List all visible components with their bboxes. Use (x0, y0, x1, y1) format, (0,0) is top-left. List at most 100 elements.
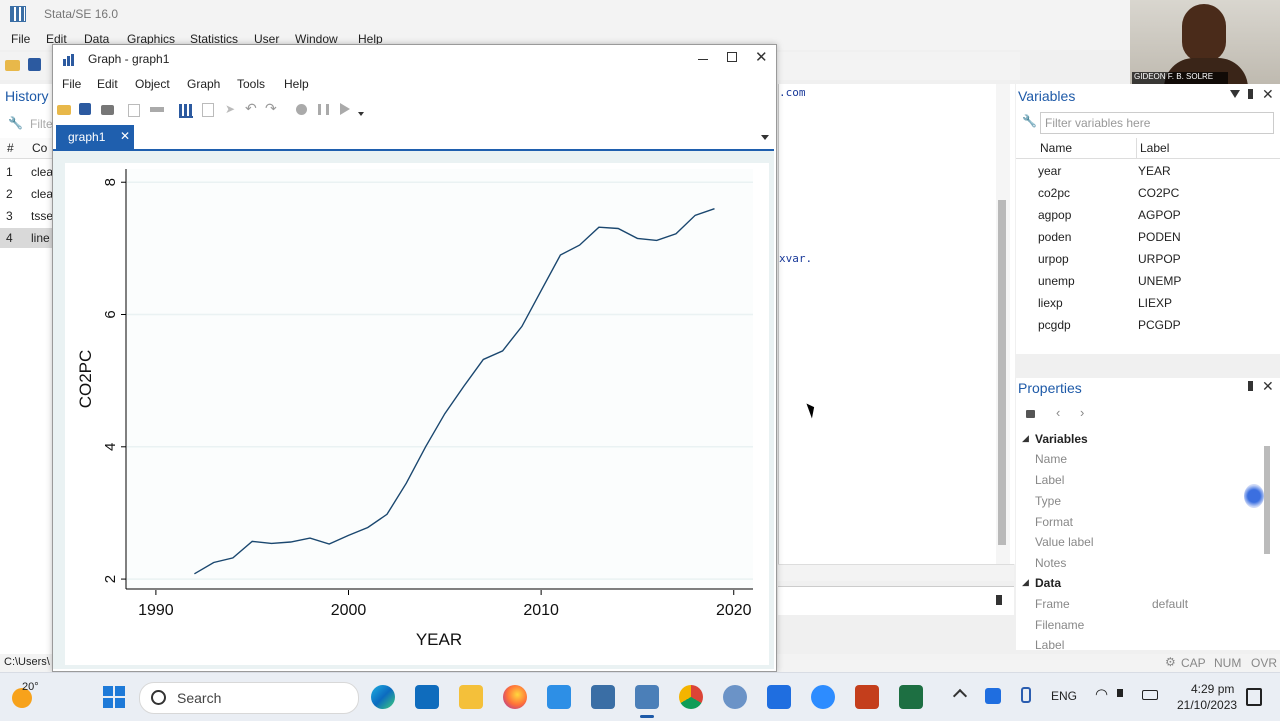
back-arrow-icon[interactable]: ‹ (1056, 405, 1060, 420)
excel-icon[interactable] (899, 685, 923, 709)
pause-icon[interactable] (318, 104, 329, 115)
zoom-icon[interactable] (811, 685, 835, 709)
save-icon[interactable] (28, 58, 41, 71)
graph-window[interactable]: Graph - graph1 ✕ File Edit Object Graph … (52, 44, 777, 672)
history-row-selected[interactable]: 4 line (0, 228, 52, 248)
variable-row[interactable]: poden PODEN (1020, 226, 1278, 248)
results-hscroll[interactable] (778, 564, 1014, 581)
graph-menu-file[interactable]: File (62, 77, 81, 91)
redo-icon[interactable]: ↷ (265, 100, 277, 117)
co2pc-line-chart: 2 4 6 8 1990 2000 2010 2020 CO2PC YEAR (65, 163, 769, 665)
history-wrench-icon[interactable]: 🔧 (8, 116, 23, 130)
x-axis-title: YEAR (416, 630, 462, 649)
history-row-num: 4 (6, 231, 13, 245)
expand-triangle-icon[interactable]: ◢ (1022, 577, 1029, 588)
stata-16-icon[interactable] (635, 685, 659, 709)
open-folder-icon[interactable] (5, 60, 20, 71)
mail-icon[interactable] (415, 685, 439, 709)
history-row[interactable]: 1 clea (0, 162, 53, 182)
variables-filter-input[interactable]: Filter variables here (1040, 112, 1274, 134)
pin-icon[interactable] (1248, 89, 1253, 99)
wifi-icon[interactable]: ◠ (1095, 685, 1108, 703)
file-explorer-icon[interactable] (459, 685, 483, 709)
variable-row[interactable]: liexp LIEXP (1020, 292, 1278, 314)
language-indicator[interactable]: ENG (1051, 689, 1077, 703)
filter-funnel-icon[interactable] (1230, 90, 1240, 98)
graph-menu-object[interactable]: Object (135, 77, 170, 91)
notification-icon[interactable] (1246, 688, 1262, 706)
pointer-icon[interactable]: ➤ (225, 102, 235, 116)
variable-row[interactable]: agpop AGPOP (1020, 204, 1278, 226)
variable-row[interactable]: pcgdp PCGDP (1020, 314, 1278, 336)
y-axis-title: CO2PC (76, 350, 95, 409)
save-icon[interactable] (79, 103, 91, 115)
copy-icon[interactable] (128, 104, 140, 117)
variables-col-name[interactable]: Name (1040, 141, 1072, 155)
lock-icon[interactable] (1026, 410, 1035, 418)
clock-time[interactable]: 4:29 pm (1191, 682, 1234, 696)
graph-menu-tools[interactable]: Tools (237, 77, 265, 91)
tray-app-icon[interactable] (985, 688, 1001, 704)
dropdown-arrow-icon[interactable] (358, 112, 364, 116)
battery-icon[interactable] (1142, 690, 1158, 700)
network-globe-icon[interactable] (723, 685, 747, 709)
undo-icon[interactable]: ↶ (245, 100, 257, 117)
microphone-icon[interactable] (1021, 687, 1031, 703)
history-filter-input[interactable]: Filte (30, 117, 53, 131)
graph-menu-graph[interactable]: Graph (187, 77, 220, 91)
variable-row[interactable]: year YEAR (1020, 160, 1278, 182)
powerpoint-icon[interactable] (855, 685, 879, 709)
chevron-up-icon[interactable] (952, 688, 968, 704)
graph-editor-icon[interactable] (179, 104, 193, 118)
tab-close-icon[interactable]: ✕ (120, 129, 130, 143)
edge-browser-icon[interactable] (371, 685, 395, 709)
pin-icon[interactable] (996, 595, 1002, 605)
play-icon[interactable] (340, 103, 350, 115)
tab-list-dropdown-icon[interactable] (761, 135, 769, 140)
graph-window-title: Graph - graph1 (88, 52, 170, 66)
command-pane[interactable] (778, 586, 1014, 615)
variable-row[interactable]: unemp UNEMP (1020, 270, 1278, 292)
taskbar-search-label: Search (177, 690, 222, 706)
print-icon[interactable] (101, 105, 114, 115)
properties-scrollbar[interactable] (1264, 446, 1270, 554)
graph-menu-help[interactable]: Help (284, 77, 309, 91)
tab-graph1[interactable]: graph1 ✕ (56, 125, 134, 149)
close-icon[interactable]: ✕ (1262, 86, 1274, 103)
volume-icon[interactable] (1117, 689, 1123, 697)
settings-gear-icon[interactable]: ⚙ (1165, 655, 1176, 669)
taskbar-search-box[interactable]: Search (139, 682, 359, 714)
record-icon[interactable] (296, 104, 307, 115)
maximize-button[interactable] (727, 52, 737, 62)
blue-app-icon[interactable] (767, 685, 791, 709)
results-scrollbar-thumb[interactable] (998, 200, 1006, 545)
store-icon[interactable] (547, 685, 571, 709)
history-row[interactable]: 2 clea (0, 184, 53, 204)
open-folder-icon[interactable] (57, 105, 71, 115)
menu-file[interactable]: File (11, 32, 30, 46)
pin-icon[interactable] (1248, 381, 1253, 391)
graph-menu-edit[interactable]: Edit (97, 77, 118, 91)
firefox-icon[interactable] (503, 685, 527, 709)
variable-label: AGPOP (1138, 208, 1181, 222)
prop-var-name: Name (1035, 452, 1068, 466)
clock-date[interactable]: 21/10/2023 (1177, 698, 1237, 712)
rename-icon[interactable] (150, 107, 164, 112)
recorder-icon[interactable] (202, 103, 214, 117)
stata-17-icon[interactable] (591, 685, 615, 709)
close-button[interactable]: ✕ (755, 48, 768, 66)
minimize-button[interactable] (698, 59, 708, 60)
history-col-num: # (7, 141, 14, 155)
history-row[interactable]: 3 tsse (0, 206, 53, 226)
close-icon[interactable]: ✕ (1262, 378, 1274, 395)
variable-row[interactable]: urpop URPOP (1020, 248, 1278, 270)
variable-row[interactable]: co2pc CO2PC (1020, 182, 1278, 204)
variables-col-label[interactable]: Label (1140, 141, 1169, 155)
expand-triangle-icon[interactable]: ◢ (1022, 433, 1029, 444)
chrome-icon[interactable] (679, 685, 703, 709)
forward-arrow-icon[interactable]: › (1080, 405, 1084, 420)
history-row-cmd: line (31, 231, 50, 245)
variables-wrench-icon[interactable]: 🔧 (1022, 114, 1037, 128)
windows-start-icon[interactable] (103, 686, 125, 708)
variable-label: CO2PC (1138, 186, 1180, 200)
